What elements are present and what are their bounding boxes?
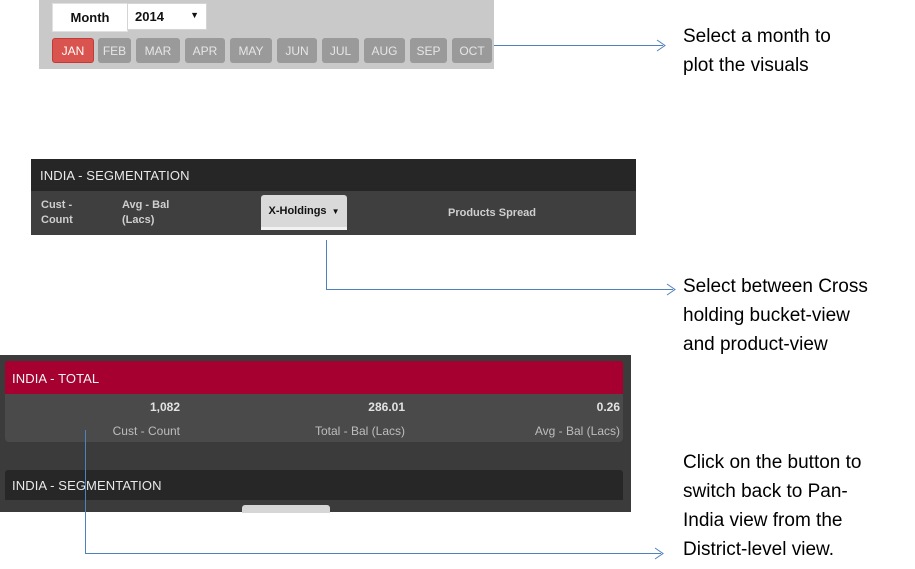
callout-select-month-line2: plot the visuals: [683, 55, 809, 76]
callout-select-month-line1: Select a month to: [683, 26, 831, 47]
callout-select-view-line3: and product-view: [683, 334, 828, 355]
callout-select-view-line1: Select between Cross: [683, 276, 868, 297]
callout-back-line2: switch back to Pan-: [683, 481, 848, 502]
callout-select-month: Select a month to plot the visuals: [683, 22, 831, 80]
callout-back-line4: District-level view.: [683, 539, 834, 560]
callout-select-view-line2: holding bucket-view: [683, 305, 850, 326]
callout-select-view: Select between Cross holding bucket-view…: [683, 272, 868, 359]
connector-view-line: [326, 240, 673, 290]
connector-back-line: [85, 430, 661, 554]
callout-back-to-india: Click on the button to switch back to Pa…: [683, 448, 862, 564]
callout-back-line3: India view from the: [683, 510, 843, 531]
callout-back-line1: Click on the button to: [683, 452, 862, 473]
